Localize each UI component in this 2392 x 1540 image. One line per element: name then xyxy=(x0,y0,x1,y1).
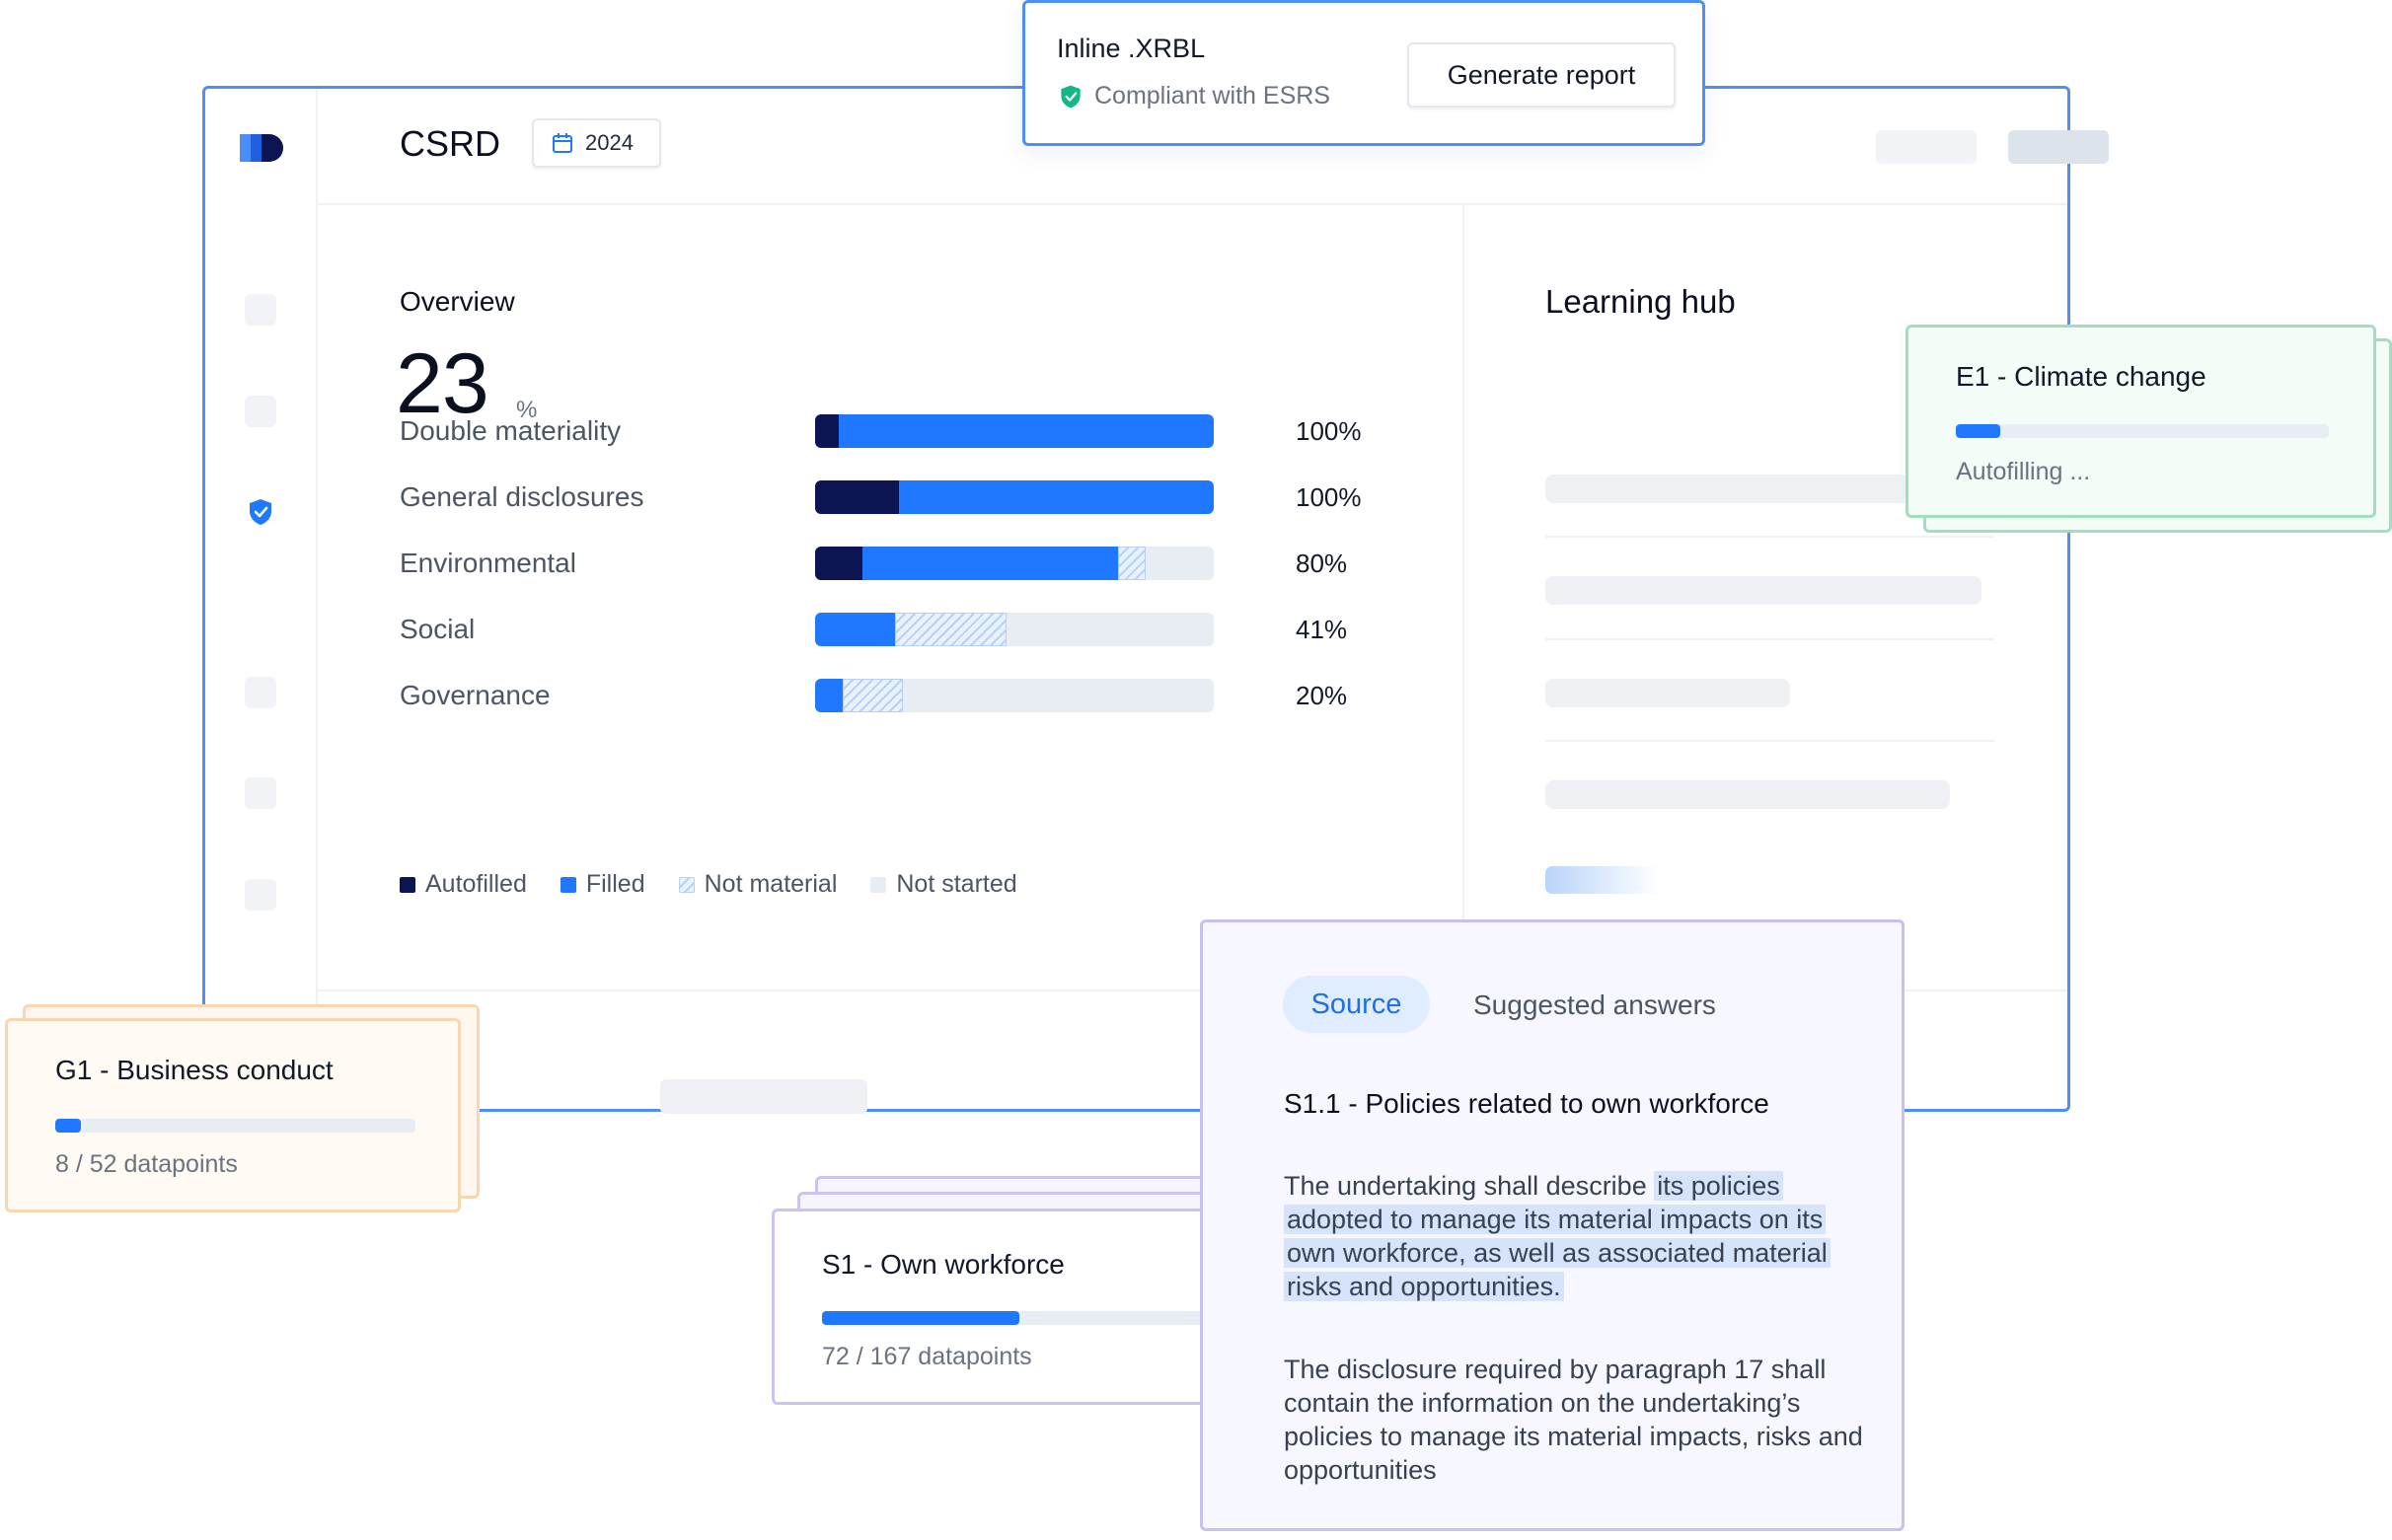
segment-filled xyxy=(839,414,1214,448)
legend-item-filled: Filled xyxy=(560,870,645,899)
row-value: 80% xyxy=(1296,549,1348,578)
card-title: E1 - Climate change xyxy=(1956,361,2206,392)
shield-check-icon xyxy=(1061,85,1081,108)
compliance-status: Compliant with ESRS xyxy=(1057,82,1330,110)
row-label: Social xyxy=(400,614,476,644)
sidebar-item-5[interactable] xyxy=(245,777,276,809)
legend: Autofilled Filled Not material Not start… xyxy=(400,870,1017,899)
toolbar-placeholder-2[interactable] xyxy=(2008,130,2109,164)
e1-climate-change-card[interactable]: E1 - Climate change Autofilling ... xyxy=(1906,325,2376,518)
progress-bar[interactable] xyxy=(815,414,1214,448)
source-paragraph: The disclosure required by paragraph 17 … xyxy=(1284,1355,1863,1485)
learning-hub-item[interactable] xyxy=(1545,475,1920,503)
row-label: Environmental xyxy=(400,548,576,578)
legend-item-not-started: Not started xyxy=(870,870,1017,899)
segment-not-material xyxy=(843,679,903,712)
card-title: S1 - Own workforce xyxy=(822,1249,1065,1280)
shield-icon[interactable] xyxy=(245,496,276,528)
segment-filled xyxy=(862,547,1119,580)
legend-swatch-not-material xyxy=(678,876,695,893)
xbrl-report-card: Inline .XRBL Compliant with ESRS Generat… xyxy=(1022,0,1705,146)
learning-hub-item[interactable] xyxy=(1545,576,1981,605)
sidebar-item-4[interactable] xyxy=(245,677,276,708)
page-title: CSRD xyxy=(400,123,501,164)
legend-item-not-material: Not material xyxy=(678,870,838,899)
compliance-label: Compliant with ESRS xyxy=(1094,82,1330,110)
segment-not-material xyxy=(894,613,1007,646)
app-logo-icon[interactable] xyxy=(238,130,283,166)
progress-bar xyxy=(1956,424,2329,438)
legend-item-autofilled: Autofilled xyxy=(400,870,527,899)
progress-fill xyxy=(1956,424,2001,438)
year-label: 2024 xyxy=(585,130,634,155)
progress-bar[interactable] xyxy=(815,480,1214,514)
progress-fill xyxy=(822,1311,1019,1325)
row-value: 100% xyxy=(1296,416,1362,446)
row-value: 100% xyxy=(1296,482,1362,512)
tab-source[interactable]: Source xyxy=(1283,976,1430,1033)
legend-label: Not started xyxy=(896,870,1017,898)
segment-autofilled xyxy=(815,414,840,448)
learning-hub-divider xyxy=(1545,536,1994,538)
segment-filled xyxy=(898,480,1214,514)
card-datapoints: 8 / 52 datapoints xyxy=(55,1150,238,1178)
source-panel: Source Suggested answers S1.1 - Policies… xyxy=(1200,919,1905,1531)
s1-own-workforce-card[interactable]: S1 - Own workforce 72 / 167 datapoints xyxy=(772,1209,1281,1405)
toolbar-placeholder-1[interactable] xyxy=(1876,130,1977,164)
segment-autofilled xyxy=(815,547,863,580)
sidebar-item-2[interactable] xyxy=(245,396,276,427)
segment-filled xyxy=(815,613,895,646)
learning-hub-item[interactable] xyxy=(1545,780,1950,809)
content-divider xyxy=(1462,205,1464,925)
sidebar-item-6[interactable] xyxy=(245,879,276,911)
row-value: 20% xyxy=(1296,681,1348,710)
g1-business-conduct-card[interactable]: G1 - Business conduct 8 / 52 datapoints xyxy=(5,1018,461,1212)
legend-swatch-not-started xyxy=(870,876,887,893)
row-label: General disclosures xyxy=(400,481,644,512)
segment-autofilled xyxy=(815,480,899,514)
segment-not-material xyxy=(1118,547,1147,580)
card-status: Autofilling ... xyxy=(1956,458,2091,485)
row-label: Governance xyxy=(400,680,551,710)
progress-bar[interactable] xyxy=(815,679,1214,712)
sidebar xyxy=(205,89,318,1109)
legend-swatch-autofilled xyxy=(400,876,415,893)
sidebar-item-1[interactable] xyxy=(245,294,276,326)
year-selector[interactable]: 2024 xyxy=(532,118,661,168)
row-label: Double materiality xyxy=(400,415,622,446)
calendar-icon xyxy=(553,133,572,153)
row-value: 41% xyxy=(1296,615,1348,644)
overview-label: Overview xyxy=(400,286,515,317)
learning-hub-divider xyxy=(1545,638,1994,640)
source-text: The undertaking shall describe xyxy=(1284,1171,1655,1201)
xbrl-title: Inline .XRBL xyxy=(1057,34,1206,63)
progress-bar[interactable] xyxy=(815,547,1214,580)
progress-fill xyxy=(55,1119,81,1133)
card-title: G1 - Business conduct xyxy=(55,1055,334,1085)
learning-hub-divider xyxy=(1545,740,1994,742)
learning-hub-item[interactable] xyxy=(1545,679,1790,707)
learning-hub-loading-bar xyxy=(1545,866,1660,894)
legend-swatch-filled xyxy=(560,876,576,893)
legend-label: Autofilled xyxy=(425,870,527,898)
progress-bar[interactable] xyxy=(815,613,1214,646)
legend-label: Filled xyxy=(585,870,645,898)
source-paragraph: The undertaking shall describe its polic… xyxy=(1284,1169,1876,1303)
progress-bar xyxy=(55,1119,415,1133)
card-datapoints: 72 / 167 datapoints xyxy=(822,1343,1032,1370)
segment-filled xyxy=(815,679,844,712)
bottom-placeholder xyxy=(660,1079,867,1114)
learning-hub-title: Learning hub xyxy=(1545,283,1736,320)
legend-label: Not material xyxy=(704,870,838,898)
source-heading: S1.1 - Policies related to own workforce xyxy=(1284,1088,1769,1119)
tab-suggested-answers[interactable]: Suggested answers xyxy=(1473,990,1716,1021)
generate-report-button[interactable]: Generate report xyxy=(1407,42,1676,108)
